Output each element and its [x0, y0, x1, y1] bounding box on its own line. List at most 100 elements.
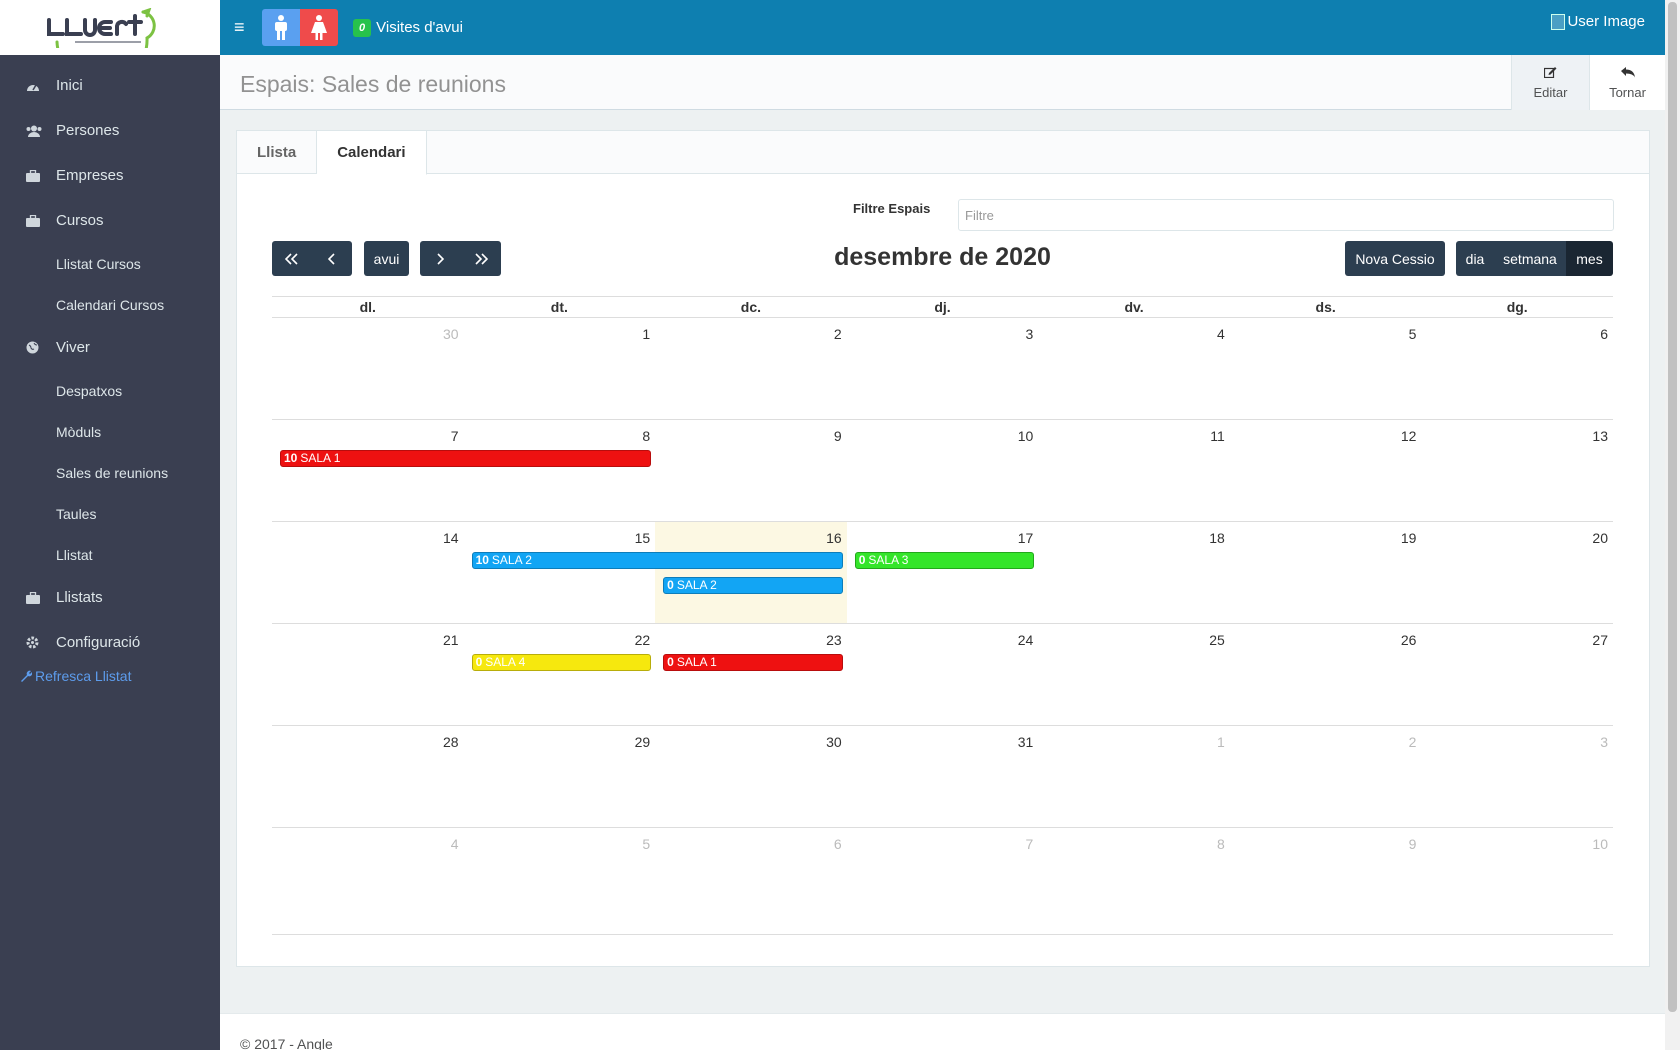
day-number[interactable]: 22 — [635, 632, 651, 648]
hamburger-menu-icon[interactable]: ≡ — [234, 17, 256, 38]
calendar-day[interactable]: 5 — [1230, 318, 1422, 419]
day-number[interactable]: 4 — [451, 836, 459, 852]
day-number[interactable]: 7 — [1025, 836, 1033, 852]
day-number[interactable]: 3 — [1025, 326, 1033, 342]
calendar-day[interactable]: 8 — [464, 420, 656, 521]
sidebar-item-sales-de-reunions[interactable]: Sales de reunions — [0, 452, 220, 493]
calendar-day-today[interactable]: 16 — [655, 522, 847, 623]
day-number[interactable]: 9 — [834, 428, 842, 444]
brand-logo[interactable] — [0, 0, 220, 55]
day-number[interactable]: 2 — [834, 326, 842, 342]
sidebar-item-cursos[interactable]: Cursos — [0, 198, 220, 243]
tab-llista[interactable]: Llista — [237, 131, 318, 174]
scrollbar-thumb[interactable] — [1668, 2, 1677, 1012]
day-number[interactable]: 30 — [443, 326, 459, 342]
calendar-day[interactable]: 24 — [847, 624, 1039, 725]
calendar-day[interactable]: 13 — [1421, 420, 1613, 521]
calendar-day[interactable]: 30 — [272, 318, 464, 419]
calendar-day[interactable]: 10 — [847, 420, 1039, 521]
day-number[interactable]: 26 — [1401, 632, 1417, 648]
day-number[interactable]: 29 — [635, 734, 651, 750]
todays-visits-link[interactable]: 0 Visites d'avui — [353, 18, 463, 37]
calendar-day[interactable]: 17 — [847, 522, 1039, 623]
day-number[interactable]: 19 — [1401, 530, 1417, 546]
calendar-day[interactable]: 26 — [1230, 624, 1422, 725]
calendar-day[interactable]: 25 — [1038, 624, 1230, 725]
calendar-day[interactable]: 4 — [272, 828, 464, 934]
calendar-day[interactable]: 9 — [1230, 828, 1422, 934]
calendar-day[interactable]: 19 — [1230, 522, 1422, 623]
female-visitor-button[interactable] — [300, 9, 338, 46]
calendar-day[interactable]: 7 — [272, 420, 464, 521]
day-number[interactable]: 1 — [642, 326, 650, 342]
new-session-button[interactable]: Nova Cessio — [1345, 241, 1445, 276]
calendar-day[interactable]: 3 — [847, 318, 1039, 419]
calendar-day[interactable]: 29 — [464, 726, 656, 827]
tab-calendari[interactable]: Calendari — [317, 131, 427, 175]
sidebar-item-taules[interactable]: Taules — [0, 493, 220, 534]
day-number[interactable]: 5 — [642, 836, 650, 852]
day-number[interactable]: 10 — [1018, 428, 1034, 444]
sidebar-item-configuracio[interactable]: Configuració — [0, 620, 220, 665]
sidebar-item-moduls[interactable]: Mòduls — [0, 411, 220, 452]
calendar-day[interactable]: 15 — [464, 522, 656, 623]
calendar-day[interactable]: 4 — [1038, 318, 1230, 419]
calendar-day[interactable]: 18 — [1038, 522, 1230, 623]
day-number[interactable]: 6 — [834, 836, 842, 852]
calendar-day[interactable]: 20 — [1421, 522, 1613, 623]
calendar-day[interactable]: 2 — [655, 318, 847, 419]
calendar-day[interactable]: 3 — [1421, 726, 1613, 827]
calendar-day[interactable]: 2 — [1230, 726, 1422, 827]
calendar-day[interactable]: 30 — [655, 726, 847, 827]
calendar-day[interactable]: 23 — [655, 624, 847, 725]
calendar-event[interactable]: 0 SALA 1 — [663, 654, 843, 671]
calendar-day[interactable]: 12 — [1230, 420, 1422, 521]
day-number[interactable]: 28 — [443, 734, 459, 750]
calendar-day[interactable]: 31 — [847, 726, 1039, 827]
calendar-day[interactable]: 22 — [464, 624, 656, 725]
edit-button[interactable]: Editar — [1511, 55, 1589, 110]
calendar-day[interactable]: 6 — [1421, 318, 1613, 419]
day-number[interactable]: 24 — [1018, 632, 1034, 648]
day-number[interactable]: 14 — [443, 530, 459, 546]
sidebar-item-calendari-cursos[interactable]: Calendari Cursos — [0, 284, 220, 325]
sidebar-item-viver[interactable]: Viver — [0, 325, 220, 370]
sidebar-item-empreses[interactable]: Empreses — [0, 153, 220, 198]
day-number[interactable]: 8 — [642, 428, 650, 444]
day-number[interactable]: 6 — [1600, 326, 1608, 342]
day-number[interactable]: 9 — [1409, 836, 1417, 852]
calendar-event[interactable]: 10 SALA 2 — [471, 552, 843, 569]
calendar-day[interactable]: 27 — [1421, 624, 1613, 725]
sidebar-item-persones[interactable]: Persones — [0, 108, 220, 153]
user-image[interactable]: User Image — [1551, 13, 1645, 30]
day-number[interactable]: 8 — [1217, 836, 1225, 852]
filter-input[interactable] — [958, 199, 1614, 231]
day-number[interactable]: 16 — [826, 530, 842, 546]
day-number[interactable]: 5 — [1409, 326, 1417, 342]
calendar-day[interactable]: 1 — [464, 318, 656, 419]
vertical-scrollbar[interactable] — [1665, 0, 1680, 1050]
view-day-button[interactable]: dia — [1456, 241, 1494, 276]
refresh-list-link[interactable]: Refresca Llistat — [0, 665, 220, 687]
sidebar-item-llistats[interactable]: Llistats — [0, 575, 220, 620]
day-number[interactable]: 7 — [451, 428, 459, 444]
day-number[interactable]: 21 — [443, 632, 459, 648]
day-number[interactable]: 18 — [1209, 530, 1225, 546]
day-number[interactable]: 20 — [1592, 530, 1608, 546]
day-number[interactable]: 30 — [826, 734, 842, 750]
calendar-day[interactable]: 7 — [847, 828, 1039, 934]
day-number[interactable]: 4 — [1217, 326, 1225, 342]
calendar-day[interactable]: 28 — [272, 726, 464, 827]
day-number[interactable]: 25 — [1209, 632, 1225, 648]
calendar-day[interactable]: 5 — [464, 828, 656, 934]
calendar-day[interactable]: 11 — [1038, 420, 1230, 521]
back-button[interactable]: Tornar — [1589, 55, 1665, 110]
calendar-event[interactable]: 0 SALA 4 — [471, 654, 652, 671]
calendar-event[interactable]: 0 SALA 3 — [854, 552, 1035, 569]
calendar-day[interactable]: 14 — [272, 522, 464, 623]
calendar-day[interactable]: 8 — [1038, 828, 1230, 934]
sidebar-item-llistat-cursos[interactable]: Llistat Cursos — [0, 243, 220, 284]
calendar-event[interactable]: 10 SALA 1 — [280, 450, 652, 467]
day-number[interactable]: 2 — [1409, 734, 1417, 750]
day-number[interactable]: 15 — [635, 530, 651, 546]
